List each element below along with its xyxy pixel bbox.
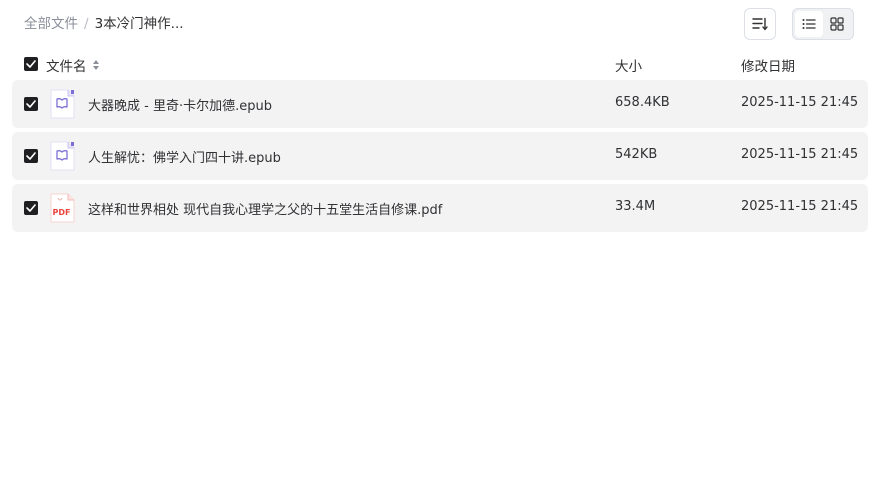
row-checkbox[interactable] xyxy=(24,201,38,215)
file-row[interactable]: 人生解忧：佛学入门四十讲.epub 542KB 2025-11-15 21:45 xyxy=(12,132,868,180)
column-header-name[interactable]: 文件名 xyxy=(46,55,100,75)
file-modified-date: 2025-11-15 21:45 xyxy=(741,95,859,110)
file-row[interactable]: 大器晚成 - 里奇·卡尔加德.epub 658.4KB 2025-11-15 2… xyxy=(12,80,868,128)
file-size: 542KB xyxy=(615,147,658,162)
epub-file-icon xyxy=(50,141,75,171)
file-modified-date: 2025-11-15 21:45 xyxy=(741,147,859,162)
file-name[interactable]: 人生解忧：佛学入门四十讲.epub xyxy=(88,147,281,166)
check-icon xyxy=(26,152,36,160)
breadcrumb-root-link[interactable]: 全部文件 xyxy=(24,15,78,33)
file-name[interactable]: 大器晚成 - 里奇·卡尔加德.epub xyxy=(88,95,272,114)
epub-file-icon xyxy=(50,89,75,119)
file-row[interactable]: PDF 这样和世界相处 现代自我心理学之父的十五堂生活自修课.pdf 33.4M… xyxy=(12,184,868,232)
row-checkbox[interactable] xyxy=(24,97,38,111)
sort-caret-icon xyxy=(92,60,99,70)
top-bar: 全部文件 / 3本冷门神作... xyxy=(0,0,878,48)
file-modified-date: 2025-11-15 21:45 xyxy=(741,199,859,214)
sort-button[interactable] xyxy=(744,8,776,40)
pdf-file-icon: PDF xyxy=(50,193,75,223)
check-icon xyxy=(26,204,36,212)
column-header-modified[interactable]: 修改日期 xyxy=(741,55,795,75)
file-size: 658.4KB xyxy=(615,95,670,110)
sort-lines-icon xyxy=(752,17,768,31)
grid-view-icon xyxy=(830,17,844,31)
file-name[interactable]: 这样和世界相处 现代自我心理学之父的十五堂生活自修课.pdf xyxy=(88,199,442,218)
list-view-button[interactable] xyxy=(795,11,823,37)
check-icon xyxy=(26,60,36,68)
breadcrumb-separator: / xyxy=(84,16,89,32)
table-header: 文件名 大小 修改日期 xyxy=(12,52,868,76)
check-icon xyxy=(26,100,36,108)
column-header-size[interactable]: 大小 xyxy=(615,55,642,75)
select-all-checkbox[interactable] xyxy=(24,57,38,71)
row-checkbox[interactable] xyxy=(24,149,38,163)
grid-view-button[interactable] xyxy=(823,11,851,37)
file-size: 33.4M xyxy=(615,199,656,214)
breadcrumb-current-folder: 3本冷门神作... xyxy=(94,16,184,32)
breadcrumb: 全部文件 / 3本冷门神作... xyxy=(24,15,184,33)
column-header-name-label: 文件名 xyxy=(46,59,87,75)
view-mode-toggle xyxy=(792,8,854,40)
list-view-icon xyxy=(802,19,816,29)
pdf-label: PDF xyxy=(53,208,71,217)
